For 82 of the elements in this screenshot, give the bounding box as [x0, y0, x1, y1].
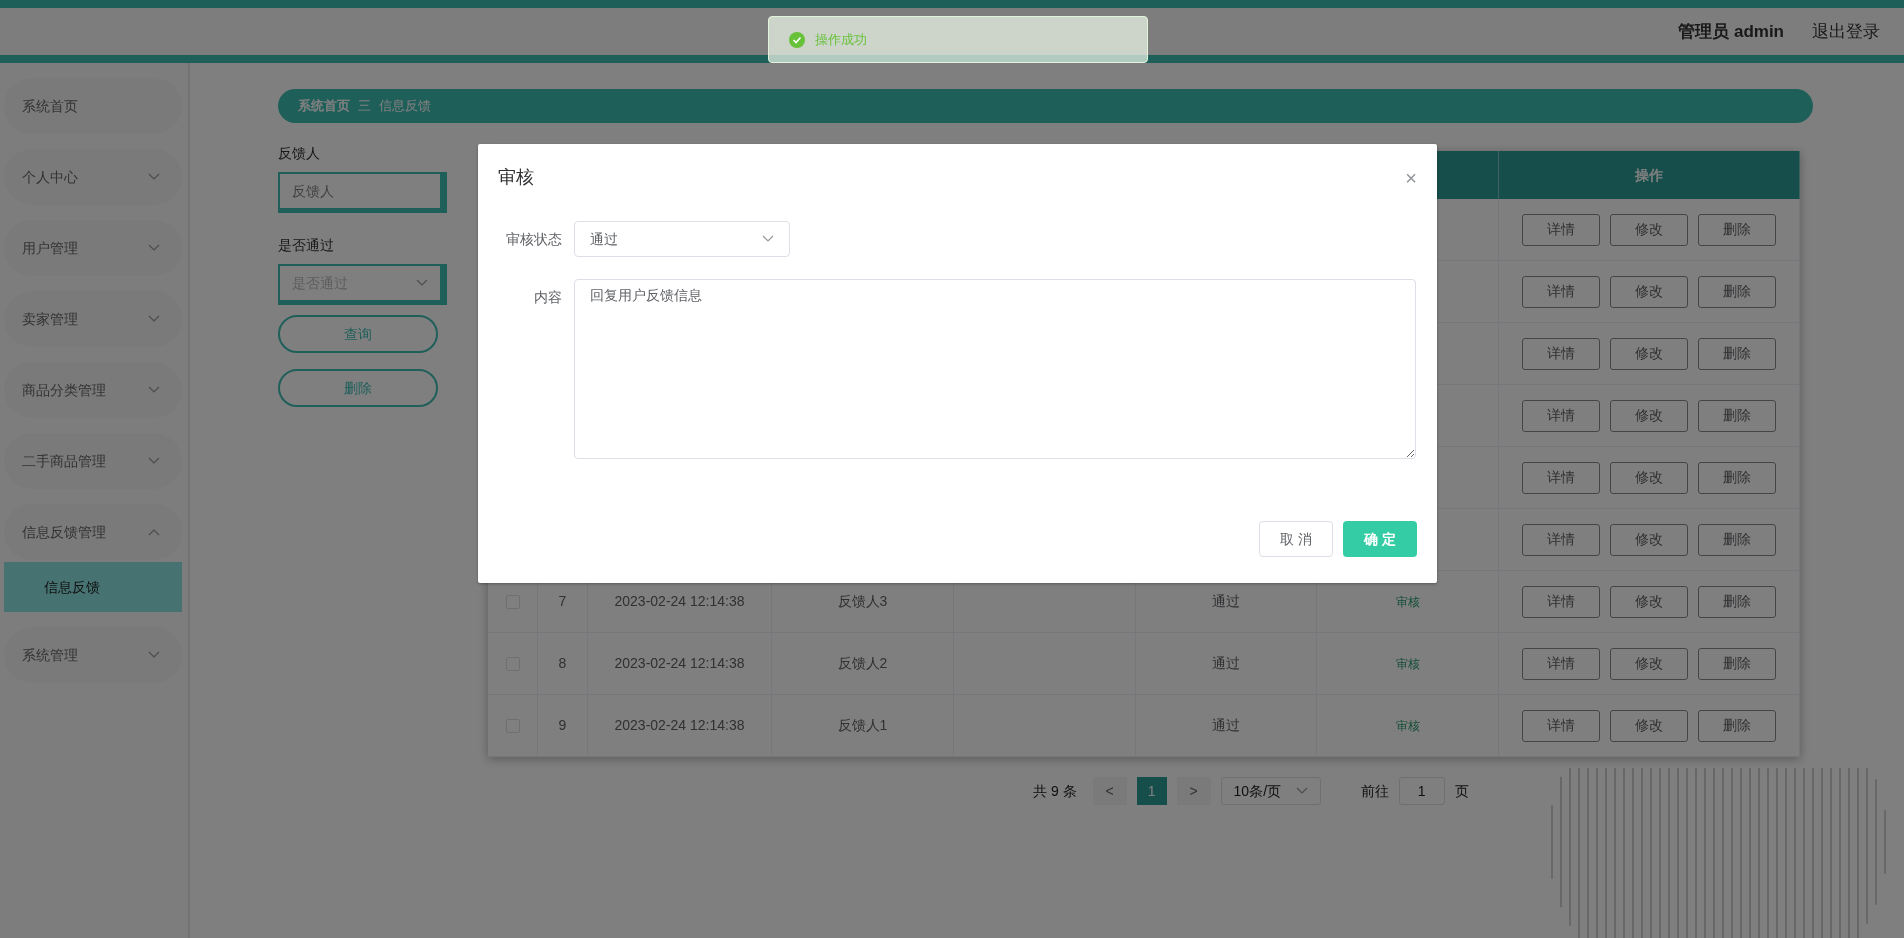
- feedback-person-field[interactable]: 反馈人: [278, 172, 447, 213]
- details-button[interactable]: 详情: [1522, 647, 1600, 680]
- chevron-up-icon: [148, 528, 160, 536]
- field-label: 内容: [533, 288, 562, 307]
- cancel-button[interactable]: 取 消: [1259, 521, 1333, 557]
- table-cell-text: 8: [558, 654, 567, 673]
- edit-button[interactable]: 修改: [1610, 461, 1688, 494]
- close-button[interactable]: ×: [1405, 167, 1417, 188]
- total-count: 共 9 条: [1033, 781, 1077, 801]
- content-field[interactable]: 回复用户反馈信息: [574, 279, 1416, 459]
- table-cell-text: 反馈人2: [837, 654, 888, 673]
- delete-row-button[interactable]: 删除: [1698, 213, 1776, 246]
- delete-row-button[interactable]: 删除: [1698, 709, 1776, 742]
- review-link[interactable]: 审核: [1395, 592, 1420, 611]
- review-link[interactable]: 审核: [1395, 654, 1420, 673]
- delete-row-button[interactable]: 删除: [1698, 523, 1776, 556]
- table-cell-text: 反馈人1: [837, 716, 888, 735]
- chevron-down-icon: [416, 279, 428, 287]
- delete-row-button[interactable]: 删除: [1698, 399, 1776, 432]
- delete-row-button[interactable]: 删除: [1698, 275, 1776, 308]
- page-size-select[interactable]: 10条/页: [1220, 777, 1321, 805]
- confirm-button[interactable]: 确 定: [1343, 521, 1417, 557]
- chevron-down-icon: [762, 235, 774, 243]
- edit-button[interactable]: 修改: [1610, 523, 1688, 556]
- toast-message: 操作成功: [815, 30, 867, 49]
- filter-label: 反馈人: [278, 144, 321, 163]
- chevron-down-icon: [148, 173, 160, 181]
- dialog-title: 审核: [498, 166, 534, 189]
- edit-button[interactable]: 修改: [1610, 647, 1688, 680]
- details-button[interactable]: 详情: [1522, 213, 1600, 246]
- chevron-down-icon: [148, 457, 160, 465]
- edit-button[interactable]: 修改: [1610, 399, 1688, 432]
- table-cell-text: 9: [558, 716, 567, 735]
- table-cell-text: 2023-02-24 12:14:38: [614, 592, 745, 611]
- table-cell-text: 2023-02-24 12:14:38: [614, 654, 745, 673]
- details-button[interactable]: 详情: [1522, 399, 1600, 432]
- chevron-down-icon: [1295, 787, 1308, 795]
- column-header: 操作: [1635, 165, 1663, 185]
- review-link[interactable]: 审核: [1395, 716, 1420, 735]
- edit-button[interactable]: 修改: [1610, 337, 1688, 370]
- field-label: 审核状态: [505, 230, 562, 249]
- delete-button[interactable]: 删除: [278, 369, 438, 407]
- review-status-select[interactable]: 通过: [574, 221, 790, 257]
- delete-row-button[interactable]: 删除: [1698, 585, 1776, 618]
- table-cell-text: 通过: [1212, 716, 1240, 735]
- goto-label: 前往: [1360, 781, 1389, 801]
- edit-button[interactable]: 修改: [1610, 213, 1688, 246]
- prev-page-button[interactable]: <: [1092, 777, 1127, 805]
- logout-link[interactable]: 退出登录: [1812, 18, 1880, 45]
- breadcrumb-separator: 三: [358, 97, 371, 116]
- goto-page-field[interactable]: 1: [1398, 777, 1445, 805]
- delete-row-button[interactable]: 删除: [1698, 647, 1776, 680]
- chevron-down-icon: [148, 315, 160, 323]
- delete-row-button[interactable]: 删除: [1698, 461, 1776, 494]
- details-button[interactable]: 详情: [1522, 337, 1600, 370]
- filter-label: 是否通过: [278, 236, 335, 255]
- breadcrumb-home-link[interactable]: 系统首页: [298, 96, 350, 116]
- sidebar-submenu-item[interactable]: 信息反馈: [4, 562, 182, 612]
- edit-button[interactable]: 修改: [1610, 275, 1688, 308]
- table-cell-text: 反馈人3: [837, 592, 888, 611]
- breadcrumb-current: 信息反馈: [379, 97, 431, 116]
- chevron-down-icon: [148, 386, 160, 394]
- delete-row-button[interactable]: 删除: [1698, 337, 1776, 370]
- edit-button[interactable]: 修改: [1610, 709, 1688, 742]
- table-cell-text: 7: [558, 592, 567, 611]
- admin-user-label: 管理员 admin: [1678, 20, 1784, 43]
- chevron-down-icon: [148, 651, 160, 659]
- details-button[interactable]: 详情: [1522, 709, 1600, 742]
- table-cell-text: 2023-02-24 12:14:38: [614, 716, 745, 735]
- details-button[interactable]: 详情: [1522, 523, 1600, 556]
- edit-button[interactable]: 修改: [1610, 585, 1688, 618]
- success-check-icon: [789, 31, 805, 48]
- page-button[interactable]: 1: [1136, 777, 1167, 805]
- table-cell-text: 通过: [1212, 654, 1240, 673]
- table-cell-text: 通过: [1212, 592, 1240, 611]
- details-button[interactable]: 详情: [1522, 585, 1600, 618]
- goto-suffix: 页: [1454, 781, 1469, 801]
- details-button[interactable]: 详情: [1522, 461, 1600, 494]
- search-button[interactable]: 查询: [278, 315, 438, 353]
- details-button[interactable]: 详情: [1522, 275, 1600, 308]
- chevron-down-icon: [148, 244, 160, 252]
- next-page-button[interactable]: >: [1176, 777, 1211, 805]
